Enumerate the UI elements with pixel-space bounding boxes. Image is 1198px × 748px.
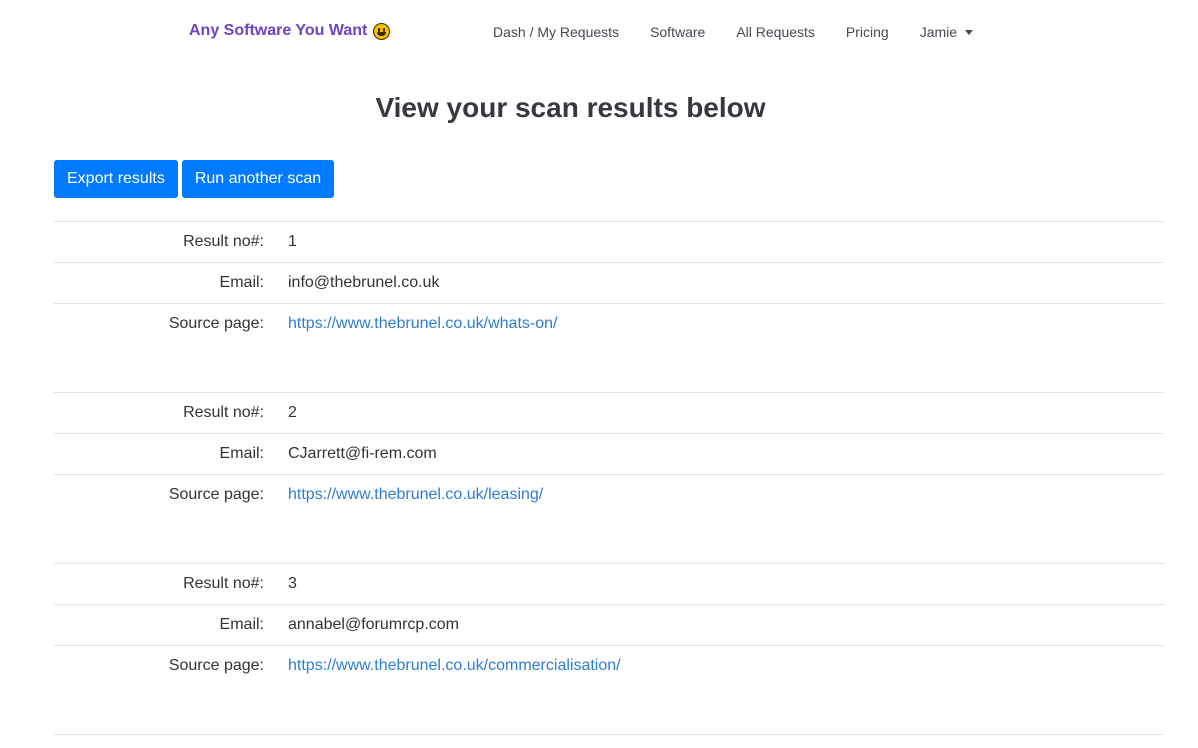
- result-number-row: Result no#: 3: [54, 564, 1164, 605]
- nav-item-software[interactable]: Software: [650, 24, 705, 40]
- source-page-link[interactable]: https://www.thebrunel.co.uk/whats-on/: [288, 315, 557, 333]
- result-number-label: Result no#:: [183, 233, 264, 250]
- result-number-row: Result no#: 2: [54, 393, 1164, 434]
- result-number-value: 1: [288, 233, 297, 250]
- nav-item-pricing[interactable]: Pricing: [846, 24, 889, 40]
- grinning-face-icon: [373, 22, 391, 40]
- brand-text: Any Software You Want: [189, 22, 368, 39]
- email-value: CJarrett@fi-rem.com: [288, 445, 437, 462]
- page-title: View your scan results below: [375, 92, 766, 123]
- result-number-label: Result no#:: [183, 575, 264, 592]
- source-page-row: Source page: https://www.thebrunel.co.uk…: [54, 304, 1164, 344]
- result-item: Result no#: 2 Email: CJarrett@fi-rem.com…: [54, 392, 1164, 563]
- nav-menu: Dash / My Requests Software All Requests…: [493, 24, 1004, 40]
- user-menu-dropdown[interactable]: Jamie: [919, 24, 974, 40]
- source-page-row: Source page: https://www.thebrunel.co.uk…: [54, 646, 1164, 686]
- nav-item-dash-my-requests[interactable]: Dash / My Requests: [493, 24, 619, 40]
- source-page-link[interactable]: https://www.thebrunel.co.uk/leasing/: [288, 486, 543, 504]
- email-label: Email:: [219, 274, 264, 291]
- result-item: Result no#: 1 Email: info@thebrunel.co.u…: [54, 221, 1164, 392]
- nav-item-all-requests[interactable]: All Requests: [736, 24, 815, 40]
- caret-down-icon: [965, 29, 974, 35]
- result-number-label: Result no#:: [183, 404, 264, 421]
- action-buttons: Export results Run another scan: [54, 160, 335, 198]
- email-value: annabel@forumrcp.com: [288, 616, 459, 633]
- source-page-label: Source page:: [168, 486, 264, 503]
- source-page-label: Source page:: [168, 315, 264, 332]
- source-page-link[interactable]: https://www.thebrunel.co.uk/commercialis…: [288, 657, 621, 675]
- brand-link[interactable]: Any Software You Want: [189, 22, 391, 40]
- result-number-value: 2: [288, 404, 297, 421]
- source-page-label: Source page:: [168, 657, 264, 674]
- email-row: Email: info@thebrunel.co.uk: [54, 263, 1164, 304]
- email-label: Email:: [219, 616, 264, 633]
- result-number-row: Result no#: 1: [54, 222, 1164, 263]
- email-label: Email:: [219, 445, 264, 462]
- source-page-row: Source page: https://www.thebrunel.co.uk…: [54, 475, 1164, 515]
- run-another-scan-button[interactable]: Run another scan: [181, 160, 335, 198]
- result-item: Result no#: 3 Email: annabel@forumrcp.co…: [54, 563, 1164, 734]
- result-number-value: 3: [288, 575, 297, 592]
- user-name: Jamie: [919, 24, 958, 40]
- divider: [54, 734, 1164, 735]
- export-results-button[interactable]: Export results: [54, 160, 178, 198]
- email-value: info@thebrunel.co.uk: [288, 274, 440, 291]
- navbar: Any Software You Want Dash / My Requests…: [0, 0, 1198, 66]
- results-list: Result no#: 1 Email: info@thebrunel.co.u…: [54, 221, 1164, 735]
- email-row: Email: annabel@forumrcp.com: [54, 605, 1164, 646]
- email-row: Email: CJarrett@fi-rem.com: [54, 434, 1164, 475]
